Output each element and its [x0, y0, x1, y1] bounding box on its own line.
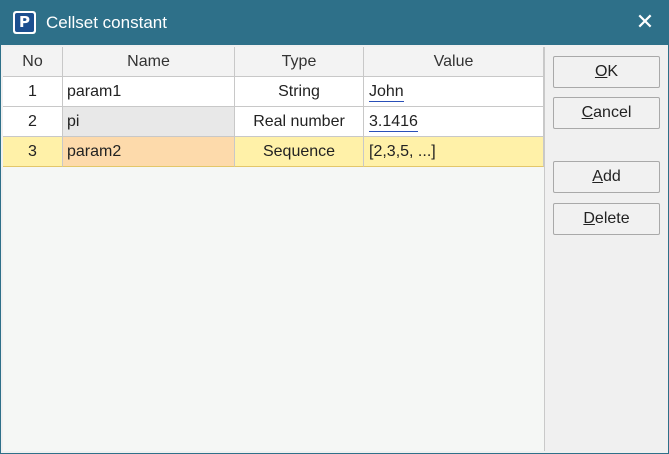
type-cell[interactable]: Sequence — [235, 137, 364, 167]
add-button[interactable]: Add — [553, 161, 660, 193]
value-cell[interactable]: John — [364, 77, 544, 107]
table-row[interactable]: 2 pi Real number 3.1416 — [3, 107, 544, 137]
add-label: dd — [602, 168, 621, 185]
delete-button[interactable]: Delete — [553, 203, 660, 235]
dialog-title: Cellset constant — [46, 13, 167, 32]
ok-mnemonic: O — [594, 63, 608, 80]
table-row[interactable]: 1 param1 String John — [3, 77, 544, 107]
row-number: 2 — [3, 107, 63, 137]
cellset-constant-dialog: P Cellset constant ✕ No Name Type Value … — [0, 0, 669, 454]
value-link[interactable]: 3.1416 — [369, 113, 418, 132]
table-header: No Name Type Value — [3, 47, 544, 77]
value-link[interactable]: John — [369, 83, 404, 102]
column-header-value[interactable]: Value — [364, 47, 544, 77]
name-cell[interactable]: pi — [63, 107, 235, 137]
row-number: 3 — [3, 137, 63, 167]
ok-label: K — [607, 63, 619, 80]
column-header-type[interactable]: Type — [235, 47, 364, 77]
constants-table: No Name Type Value 1 param1 String John … — [3, 47, 545, 451]
title-bar[interactable]: P Cellset constant ✕ — [1, 1, 668, 45]
row-number: 1 — [3, 77, 63, 107]
app-logo-letter: P — [15, 13, 34, 32]
delete-label: elete — [594, 210, 630, 227]
type-cell[interactable]: String — [235, 77, 364, 107]
name-cell[interactable]: param2 — [63, 137, 235, 167]
table-row-selected[interactable]: 3 param2 Sequence [2,3,5, ...] — [3, 137, 544, 167]
type-cell[interactable]: Real number — [235, 107, 364, 137]
close-icon[interactable]: ✕ — [632, 11, 658, 35]
column-header-no[interactable]: No — [3, 47, 63, 77]
add-mnemonic: A — [592, 168, 603, 185]
cancel-mnemonic: C — [581, 104, 594, 121]
cancel-label: ancel — [593, 104, 632, 121]
cancel-button[interactable]: Cancel — [553, 97, 660, 129]
delete-mnemonic: D — [583, 210, 595, 227]
ok-button[interactable]: OK — [553, 56, 660, 88]
app-logo-icon: P — [13, 11, 36, 34]
name-cell[interactable]: param1 — [63, 77, 235, 107]
value-cell[interactable]: 3.1416 — [364, 107, 544, 137]
column-header-name[interactable]: Name — [63, 47, 235, 77]
value-cell[interactable]: [2,3,5, ...] — [364, 137, 544, 167]
